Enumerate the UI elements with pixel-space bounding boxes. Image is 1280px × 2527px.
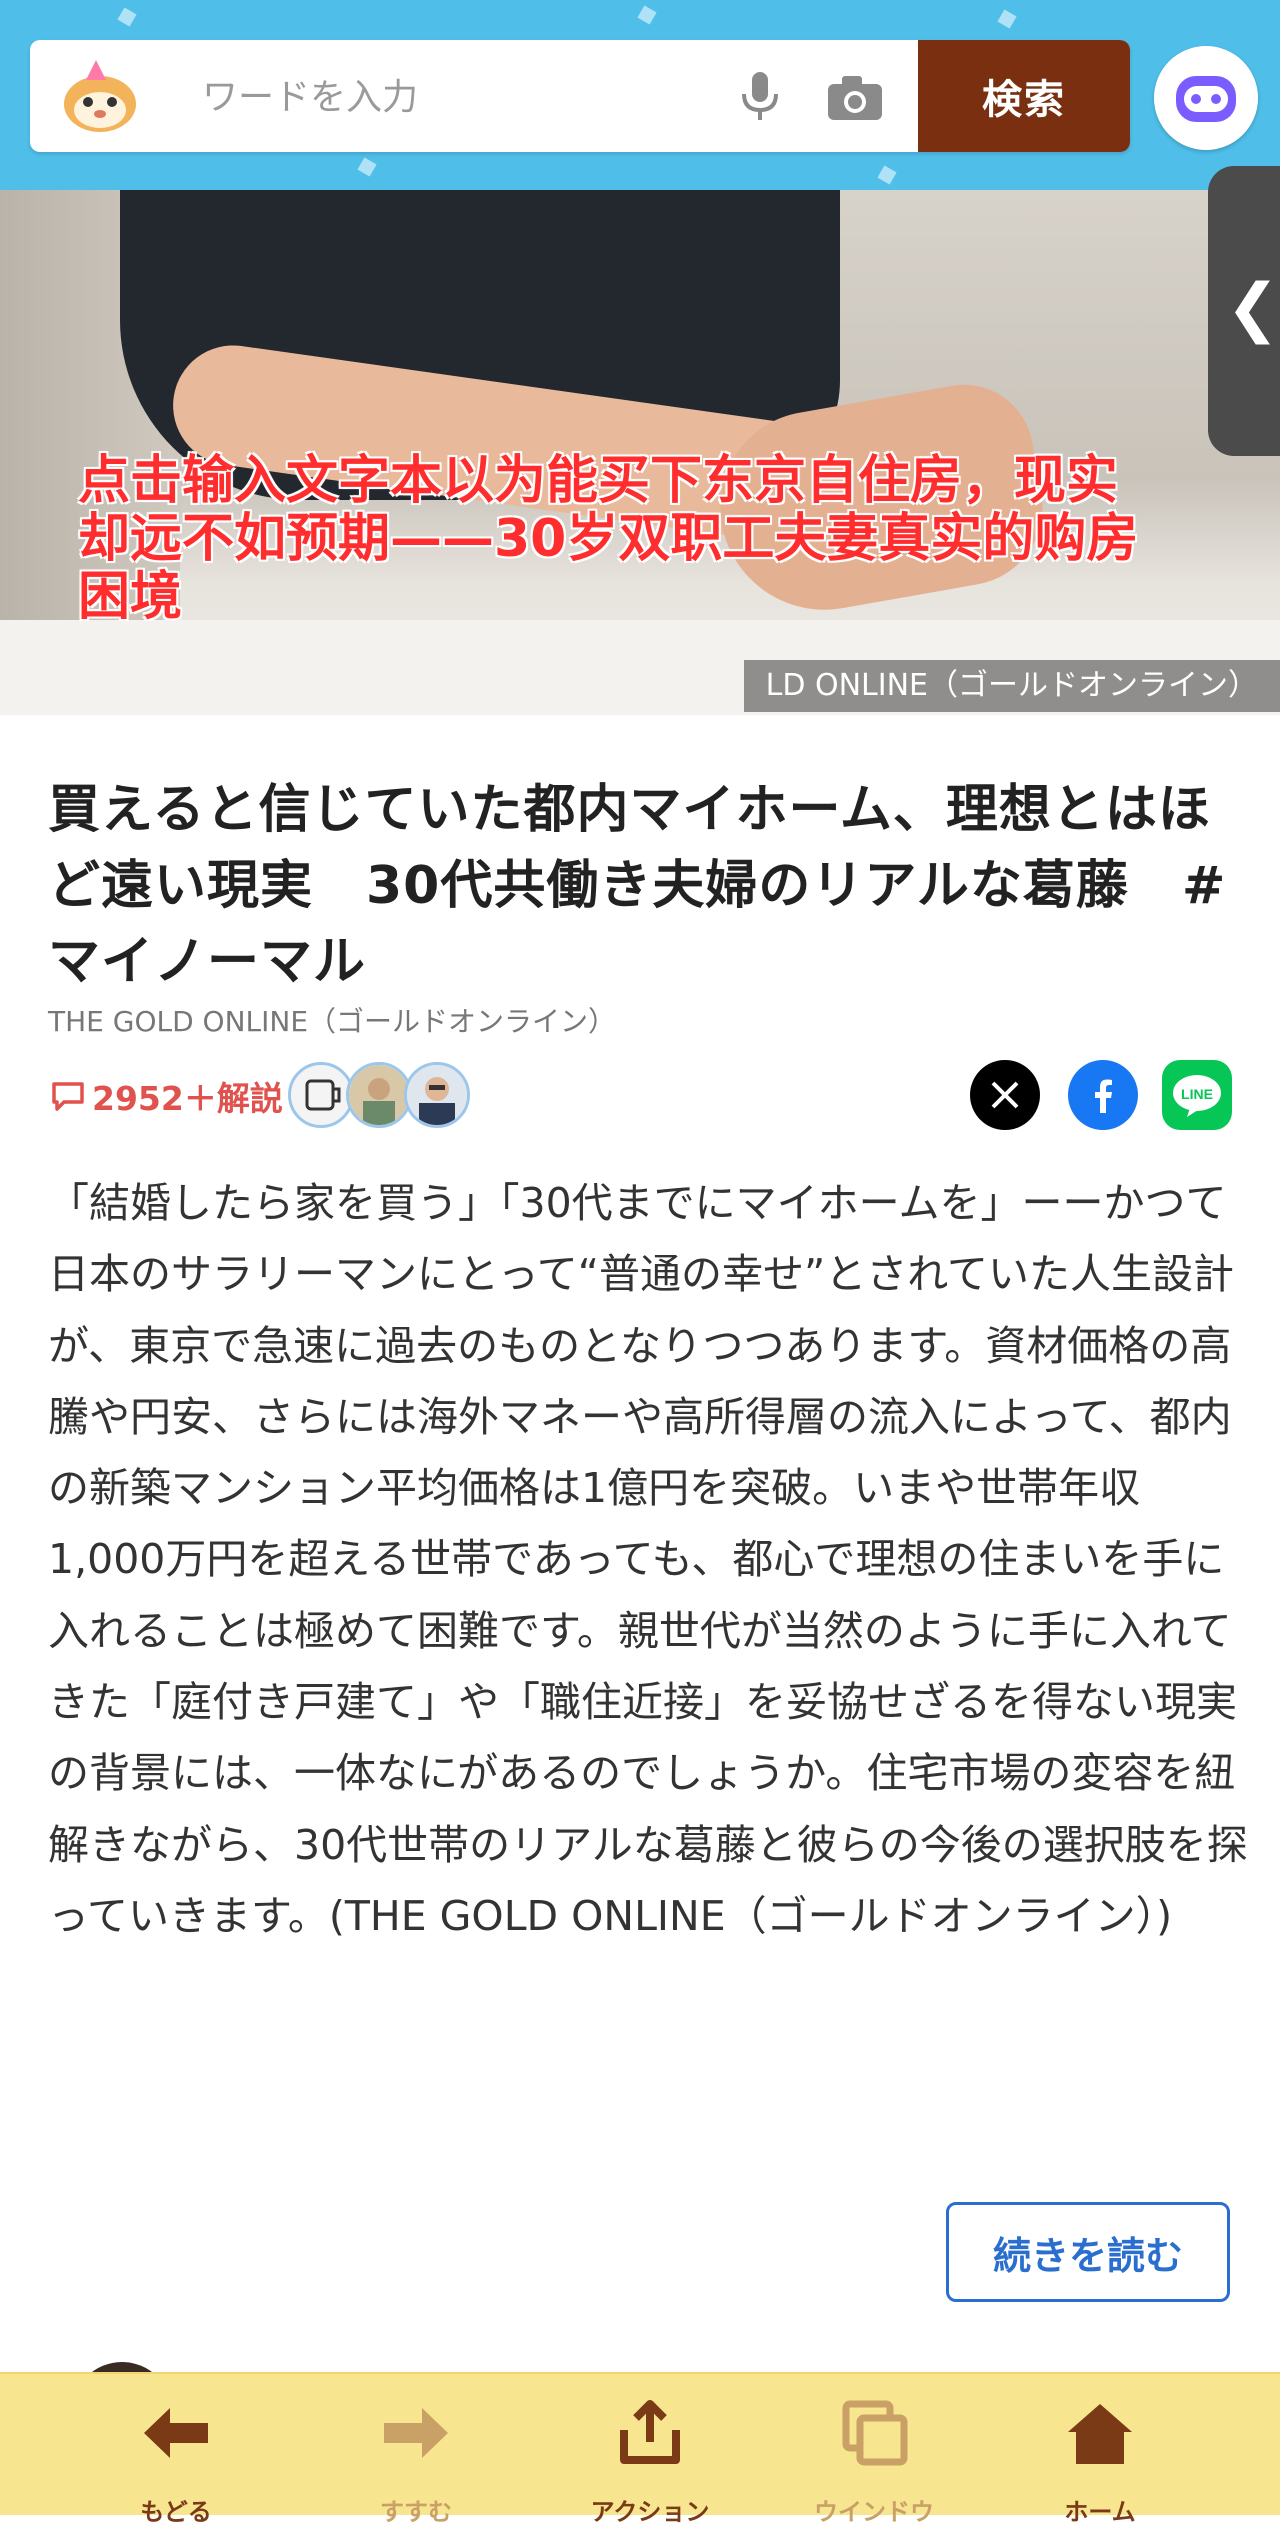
nav-window[interactable]: ウインドウ bbox=[794, 2388, 954, 2526]
app-header: 検索 bbox=[0, 0, 1280, 190]
nav-window-label: ウインドウ bbox=[814, 2498, 934, 2526]
confetti-decoration bbox=[357, 157, 377, 177]
facebook-icon bbox=[1095, 1079, 1112, 1113]
x-icon bbox=[991, 1081, 1019, 1109]
search-input[interactable] bbox=[200, 66, 724, 128]
window-icon bbox=[842, 2400, 908, 2466]
read-more-button[interactable]: 続きを読む bbox=[946, 2202, 1230, 2302]
forward-arrow-icon bbox=[384, 2408, 448, 2458]
comments-link[interactable]: 2952＋解説 bbox=[50, 1068, 283, 1124]
nav-action-label: アクション bbox=[590, 2498, 710, 2526]
confetti-decoration bbox=[877, 165, 897, 185]
confetti-decoration bbox=[637, 5, 657, 25]
search-bar: 検索 bbox=[30, 40, 1130, 152]
share-line-button[interactable]: LINE bbox=[1162, 1060, 1232, 1130]
bottom-navigation: もどる すすむ アクション ウインドウ ホーム bbox=[0, 2372, 1280, 2526]
search-button[interactable]: 検索 bbox=[918, 40, 1130, 152]
chevron-left-icon: ❮ bbox=[1226, 271, 1280, 345]
photo-credit: LD ONLINE（ゴールドオンライン） bbox=[743, 660, 1280, 712]
comments-count: 2952＋解説 bbox=[92, 1079, 283, 1118]
avatar bbox=[404, 1062, 470, 1128]
nav-home[interactable]: ホーム bbox=[1020, 2388, 1180, 2526]
assistant-bot-icon[interactable] bbox=[1154, 46, 1258, 150]
article-summary: 「結婚したら家を買う」「30代までにマイホームを」ーーかつて日本のサラリーマンに… bbox=[48, 1179, 1248, 1940]
mic-icon[interactable] bbox=[730, 66, 790, 126]
article-source[interactable]: THE GOLD ONLINE（ゴールドオンライン） bbox=[48, 1000, 616, 1040]
comment-icon bbox=[52, 1082, 84, 1111]
share-action-icon bbox=[620, 2400, 680, 2464]
svg-text:LINE: LINE bbox=[1181, 1086, 1213, 1102]
hero-image: LD ONLINE（ゴールドオンライン） 点击输入文字本以为能买下东京自住房，现… bbox=[0, 190, 1280, 715]
article-title: 買えると信じていた都内マイホーム、理想とはほど遠い現実 30代共働き夫婦のリアル… bbox=[48, 780, 1227, 992]
nav-back-label: もどる bbox=[140, 2498, 212, 2526]
avatar bbox=[346, 1062, 412, 1128]
confetti-decoration bbox=[997, 9, 1017, 29]
share-x-button[interactable] bbox=[970, 1060, 1040, 1130]
commenter-avatars[interactable] bbox=[288, 1062, 470, 1128]
nav-forward-label: すすむ bbox=[380, 2498, 452, 2526]
overlay-caption: 点击输入文字本以为能买下东京自住房，现实却远不如预期——30岁双职工夫妻真实的购… bbox=[78, 451, 1139, 627]
camera-icon[interactable] bbox=[822, 70, 888, 126]
home-icon bbox=[1068, 2404, 1132, 2464]
nav-action[interactable]: アクション bbox=[570, 2388, 730, 2526]
nav-home-label: ホーム bbox=[1064, 2498, 1136, 2526]
mascot-icon[interactable] bbox=[58, 54, 142, 138]
share-facebook-button[interactable] bbox=[1068, 1060, 1138, 1130]
confetti-decoration bbox=[117, 7, 137, 27]
back-arrow-icon bbox=[144, 2408, 208, 2458]
line-icon: LINE bbox=[1173, 1075, 1221, 1117]
nav-back[interactable]: もどる bbox=[96, 2388, 256, 2526]
nav-forward[interactable]: すすむ bbox=[336, 2388, 496, 2526]
avatar bbox=[288, 1062, 354, 1128]
side-panel-tab[interactable]: ❮ bbox=[1208, 166, 1280, 456]
